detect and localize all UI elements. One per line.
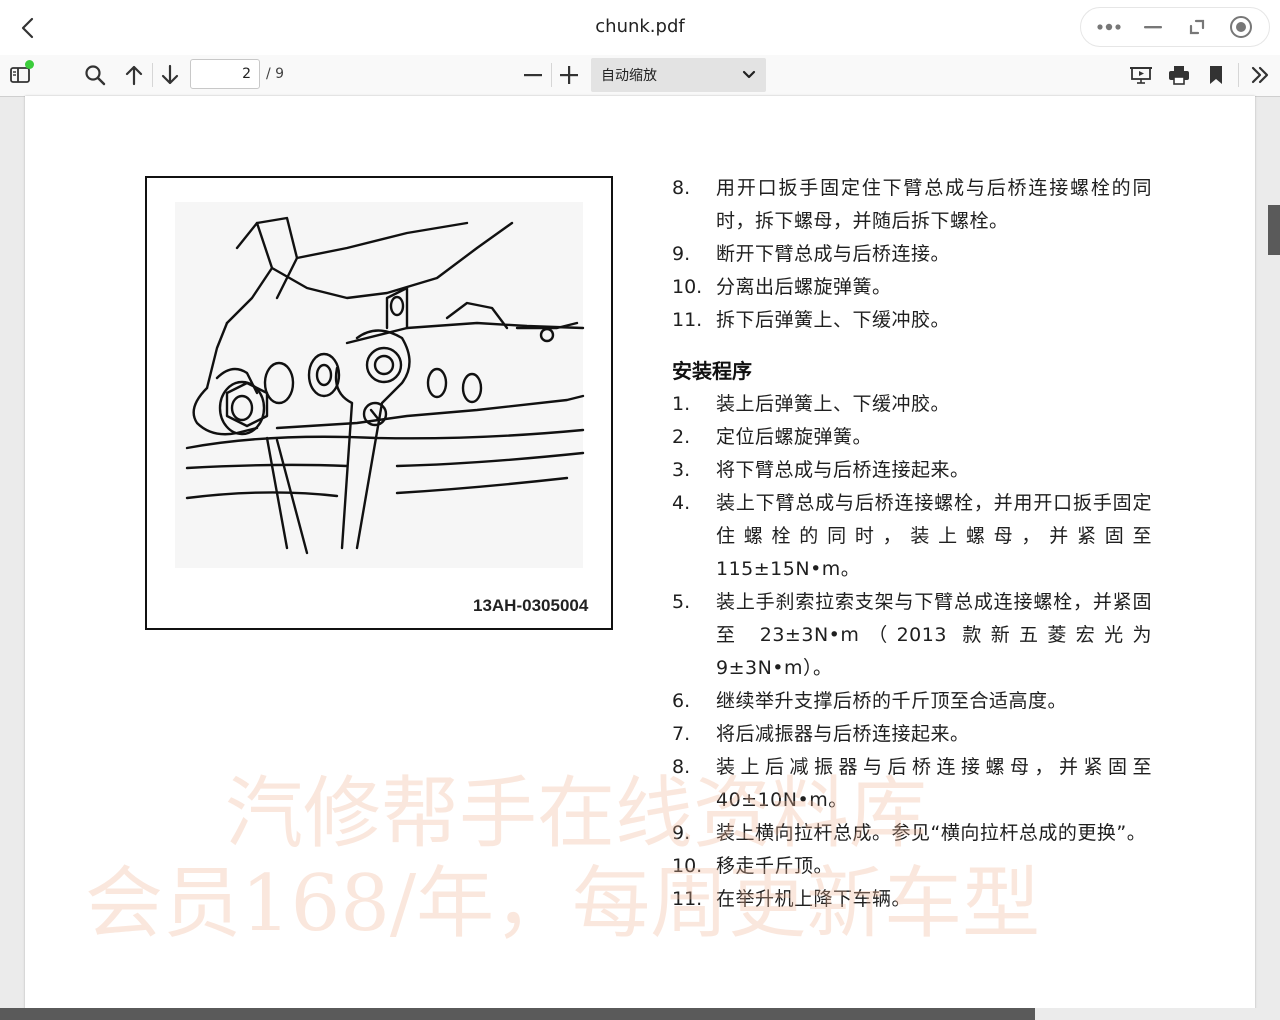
vertical-scrollbar-thumb[interactable] [1268,205,1280,255]
section-heading: 安装程序 [672,355,1152,388]
step-text: 断开下臂总成与后桥连接。 [716,238,1152,271]
plus-icon [560,66,578,84]
toolbar-separator [152,63,153,87]
list-item: 8. 装上后减振器与后桥连接螺母，并紧固至 40±10N•m。 [672,751,1152,817]
list-item: 11. 拆下后弹簧上、下缓冲胶。 [672,304,1152,337]
step-text: 将下臂总成与后桥连接起来。 [716,454,1152,487]
step-text: 定位后螺旋弹簧。 [716,421,1152,454]
list-item: 9. 断开下臂总成与后桥连接。 [672,238,1152,271]
step-text: 移走千斤顶。 [716,850,1152,883]
list-item: 9. 装上横向拉杆总成。参见“横向拉杆总成的更换”。 [672,817,1152,850]
list-item: 2. 定位后螺旋弹簧。 [672,421,1152,454]
list-item: 4. 装上下臂总成与后桥连接螺栓，并用开口扳手固定住螺栓的同时，装上螺母，并紧固… [672,487,1152,586]
step-text: 装上横向拉杆总成。参见“横向拉杆总成的更换”。 [716,817,1152,850]
minus-icon [524,73,542,77]
step-number: 3. [672,454,712,487]
record-button[interactable] [1223,11,1259,43]
record-icon [1229,15,1253,39]
step-text: 装上手刹索拉索支架与下臂总成连接螺栓，并紧固至 23±3N•m（2013 款新五… [716,586,1152,685]
step-number: 6. [672,685,712,718]
figure-illustration: 13AH-0305004 [145,176,613,630]
tools-button[interactable] [1244,59,1276,91]
page-total: / 9 [266,66,284,82]
bookmark-icon [1209,65,1223,85]
list-item: 10. 移走千斤顶。 [672,850,1152,883]
step-number: 8. [672,172,712,205]
print-button[interactable] [1163,59,1195,91]
toolbar-separator [551,63,552,87]
chevron-down-icon [742,70,756,80]
notification-dot [25,60,34,69]
previous-page-button[interactable] [118,59,150,91]
zoom-out-button[interactable] [517,59,549,91]
step-text: 拆下后弹簧上、下缓冲胶。 [716,304,1152,337]
list-item: 10. 分离出后螺旋弹簧。 [672,271,1152,304]
minimize-icon [1143,25,1163,29]
step-text: 将后减振器与后桥连接起来。 [716,718,1152,751]
zoom-select-value: 自动缩放 [601,65,657,85]
step-number: 2. [672,421,712,454]
arrow-down-icon [160,64,180,86]
step-text: 装上后减振器与后桥连接螺母，并紧固至 40±10N•m。 [716,751,1152,817]
zoom-select[interactable]: 自动缩放 [591,58,766,92]
step-text: 继续举升支撑后桥的千斤顶至合适高度。 [716,685,1152,718]
step-text: 装上后弹簧上、下缓冲胶。 [716,388,1152,421]
step-number: 9. [672,817,712,850]
list-item: 11. 在举升机上降下车辆。 [672,883,1152,916]
double-chevron-right-icon [1250,65,1270,85]
step-number: 4. [672,487,712,520]
list-item: 7. 将后减振器与后桥连接起来。 [672,718,1152,751]
step-number: 8. [672,751,712,784]
step-text: 用开口扳手固定住下臂总成与后桥连接螺栓的同时，拆下螺母，并随后拆下螺栓。 [716,172,1152,238]
list-item: 1. 装上后弹簧上、下缓冲胶。 [672,388,1152,421]
more-button[interactable] [1091,11,1127,43]
step-number: 11. [672,883,712,916]
suspension-drawing [147,178,611,578]
removal-steps-list: 8. 用开口扳手固定住下臂总成与后桥连接螺栓的同时，拆下螺母，并随后拆下螺栓。 … [672,172,1152,916]
print-icon [1168,65,1190,85]
step-text: 分离出后螺旋弹簧。 [716,271,1152,304]
title-bar: chunk.pdf [0,0,1280,55]
horizontal-scrollbar-thumb[interactable] [0,1008,1035,1020]
step-number: 10. [672,850,712,883]
figure-caption: 13AH-0305004 [473,596,588,616]
step-number: 11. [672,304,712,337]
toolbar-separator [1238,63,1239,87]
step-number: 10. [672,271,712,304]
bookmark-button[interactable] [1200,59,1232,91]
zoom-in-button[interactable] [553,59,585,91]
more-icon [1096,22,1122,32]
restore-button[interactable] [1179,11,1215,43]
list-item: 5. 装上手刹索拉索支架与下臂总成连接螺栓，并紧固至 23±3N•m（2013 … [672,586,1152,685]
list-item: 8. 用开口扳手固定住下臂总成与后桥连接螺栓的同时，拆下螺母，并随后拆下螺栓。 [672,172,1152,238]
arrow-up-icon [124,64,144,86]
pdf-page: 13AH-0305004 8. 用开口扳手固定住下臂总成与后桥连接螺栓的同时，拆… [25,96,1255,1020]
search-button[interactable] [79,59,111,91]
window-controls [1080,7,1270,47]
step-number: 1. [672,388,712,421]
list-item: 6. 继续举升支撑后桥的千斤顶至合适高度。 [672,685,1152,718]
presentation-mode-button[interactable] [1125,59,1157,91]
step-number: 7. [672,718,712,751]
minimize-button[interactable] [1135,11,1171,43]
step-text: 在举升机上降下车辆。 [716,883,1152,916]
page-number-input[interactable]: 2 [190,59,260,89]
step-number: 5. [672,586,712,619]
next-page-button[interactable] [154,59,186,91]
step-text: 装上下臂总成与后桥连接螺栓，并用开口扳手固定住螺栓的同时，装上螺母，并紧固至 1… [716,487,1152,586]
presentation-icon [1130,65,1152,85]
step-number: 9. [672,238,712,271]
restore-icon [1187,17,1207,37]
search-icon [84,64,106,86]
list-item: 3. 将下臂总成与后桥连接起来。 [672,454,1152,487]
